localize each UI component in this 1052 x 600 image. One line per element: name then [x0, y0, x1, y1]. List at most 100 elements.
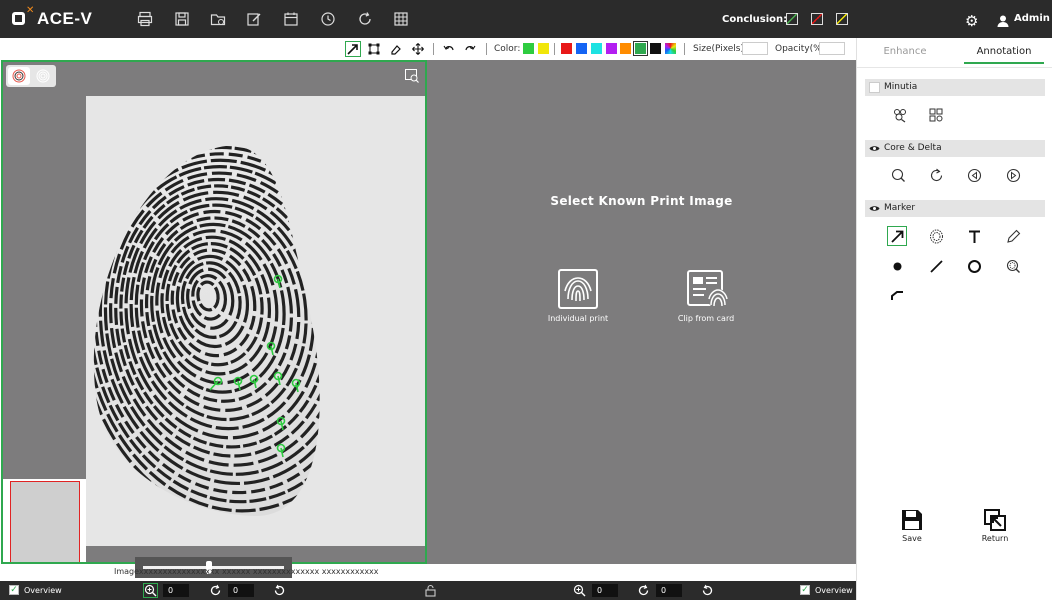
- marker-text-icon[interactable]: [964, 226, 984, 246]
- zoom-fit-icon[interactable]: [405, 68, 419, 83]
- visibility-eye-icon[interactable]: [869, 203, 880, 214]
- auto-minutia-icon[interactable]: [890, 105, 910, 125]
- minutia-label: Minutia: [884, 82, 918, 92]
- fingerprint-ridges: [86, 96, 425, 546]
- marker-magnify-icon[interactable]: [1003, 256, 1023, 276]
- rotate-right-value[interactable]: 0: [656, 584, 682, 597]
- redo-icon[interactable]: [462, 41, 478, 57]
- color-swatch-red[interactable]: [561, 43, 572, 54]
- individual-print-button[interactable]: Individual print: [533, 269, 623, 323]
- folder-icon[interactable]: [210, 11, 226, 27]
- minutia-section-header[interactable]: Minutia: [865, 79, 1045, 96]
- rotate-right-icon[interactable]: [637, 584, 650, 597]
- save-button[interactable]: Save: [887, 508, 937, 543]
- conclusion-exclusion-icon[interactable]: [811, 13, 823, 25]
- core-icon[interactable]: [888, 165, 908, 185]
- marker-section-header[interactable]: Marker: [865, 200, 1045, 217]
- return-icon: [984, 509, 1006, 531]
- toolbar-divider: [433, 43, 434, 55]
- color-swatch-cyan[interactable]: [591, 43, 602, 54]
- color-swatch-blue[interactable]: [576, 43, 587, 54]
- visibility-eye-icon[interactable]: [869, 143, 880, 154]
- color-fingerprint-icon[interactable]: [8, 67, 30, 85]
- zoom-in-icon[interactable]: [143, 583, 158, 598]
- card-fingerprint-icon: [686, 269, 728, 309]
- clip-from-card-label: Clip from card: [677, 314, 735, 323]
- tab-annotation[interactable]: Annotation: [964, 46, 1044, 64]
- marker-polyline-icon[interactable]: [887, 284, 907, 304]
- rotate-left-icon[interactable]: [209, 584, 222, 597]
- reset-right-icon[interactable]: [701, 584, 714, 597]
- zoom-in-right-icon[interactable]: [573, 584, 586, 597]
- color-swatch-selected-green[interactable]: [633, 41, 648, 56]
- logo-accent-icon: ✕: [26, 5, 35, 16]
- print-icon[interactable]: [137, 11, 153, 27]
- fingerprint-image[interactable]: [86, 96, 425, 546]
- latent-print-pane[interactable]: [1, 60, 427, 564]
- color-swatch-green[interactable]: [523, 43, 534, 54]
- conclusion-inconclusive-icon[interactable]: [836, 13, 848, 25]
- overview-right-label: Overview: [815, 586, 853, 595]
- transform-icon[interactable]: [366, 41, 382, 57]
- size-input[interactable]: [742, 42, 768, 55]
- opacity-input[interactable]: [819, 42, 845, 55]
- save-disk-icon[interactable]: [174, 11, 190, 27]
- side-panel: Enhance Annotation Minutia Core & Delta: [856, 38, 1052, 600]
- gray-fingerprint-icon[interactable]: [32, 67, 54, 85]
- history-icon[interactable]: [320, 11, 336, 27]
- return-button[interactable]: Return: [970, 508, 1020, 543]
- toolbar-divider: [684, 43, 685, 55]
- grid-icon[interactable]: [393, 11, 409, 27]
- conclusion-identification-icon[interactable]: [786, 13, 798, 25]
- toolbar-divider: [486, 43, 487, 55]
- marker-dot-icon[interactable]: [887, 256, 907, 276]
- delta-right-icon[interactable]: [1003, 165, 1023, 185]
- rotate-core-icon[interactable]: [926, 165, 946, 185]
- marker-fingerprint-icon[interactable]: [926, 226, 946, 246]
- move-icon[interactable]: [410, 41, 426, 57]
- undo-icon[interactable]: [441, 41, 457, 57]
- overview-viewport[interactable]: [10, 481, 80, 562]
- minutia-marker-tail: [277, 375, 281, 386]
- fingerprint-icon: [558, 269, 598, 309]
- bottom-bar: ✓ Overview 0 0 0 0 ✓ Overview: [0, 581, 856, 600]
- image-filename: Imagexxxxxxxxxxxxxxxxx xxxxxx xxxxxxxxxx…: [114, 567, 379, 576]
- color-swatch-yellow[interactable]: [538, 43, 549, 54]
- lock-icon[interactable]: [424, 584, 437, 597]
- edit-icon[interactable]: [246, 11, 262, 27]
- core-delta-section-header[interactable]: Core & Delta: [865, 140, 1045, 157]
- minutia-marker-tail: [280, 447, 284, 458]
- marker-line-icon[interactable]: [926, 256, 946, 276]
- overview-right-checkbox[interactable]: ✓: [800, 585, 810, 595]
- known-print-pane: Select Known Print Image Individual prin…: [427, 60, 856, 564]
- arrow-tool-icon[interactable]: [345, 41, 361, 57]
- zoom-left-value[interactable]: 0: [163, 584, 189, 597]
- zoom-right-value[interactable]: 0: [592, 584, 618, 597]
- user-name[interactable]: Admin: [1014, 13, 1050, 24]
- logo-icon: [12, 12, 25, 25]
- clip-from-card-button[interactable]: Clip from card: [661, 269, 751, 323]
- settings-gear-icon[interactable]: ⚙: [965, 12, 978, 30]
- color-swatch-orange[interactable]: [620, 43, 631, 54]
- marker-arrow-icon[interactable]: [887, 226, 907, 246]
- reset-left-icon[interactable]: [273, 584, 286, 597]
- core-delta-label: Core & Delta: [884, 143, 942, 153]
- minutia-checkbox[interactable]: [869, 82, 880, 93]
- calendar-icon[interactable]: [283, 11, 299, 27]
- save-icon: [902, 510, 922, 530]
- rotate-left-value[interactable]: 0: [228, 584, 254, 597]
- tab-enhance[interactable]: Enhance: [865, 46, 945, 62]
- refresh-icon[interactable]: [357, 11, 373, 27]
- minutia-grid-icon[interactable]: [926, 105, 946, 125]
- ace-v-app: ✕ ACE-V Conclusion: ⚙ Admin Color: Size(…: [0, 0, 1052, 600]
- color-swatch-black[interactable]: [650, 43, 661, 54]
- delta-left-icon[interactable]: [964, 165, 984, 185]
- color-swatch-purple[interactable]: [606, 43, 617, 54]
- marker-circle-icon[interactable]: [964, 256, 984, 276]
- eraser-icon[interactable]: [388, 41, 404, 57]
- color-label: Color:: [494, 44, 521, 54]
- overview-thumbnail[interactable]: [3, 479, 86, 562]
- marker-pencil-icon[interactable]: [1003, 226, 1023, 246]
- color-picker-icon[interactable]: [665, 43, 676, 54]
- overview-left-checkbox[interactable]: ✓: [9, 585, 19, 595]
